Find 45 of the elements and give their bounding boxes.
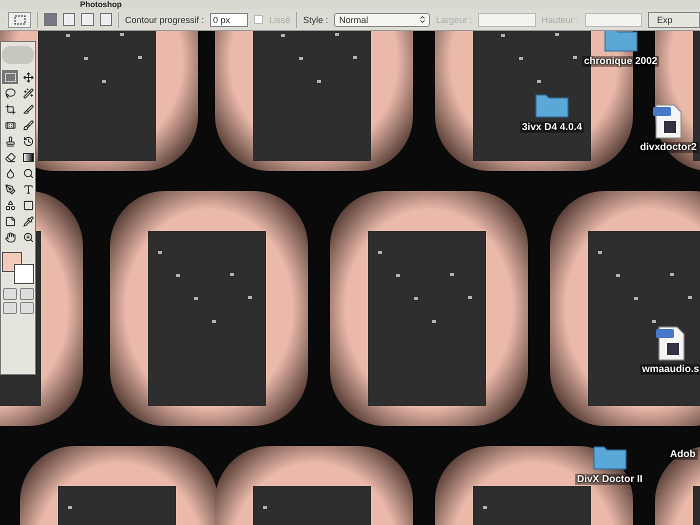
move-icon <box>22 72 34 82</box>
history-icon <box>22 136 34 146</box>
browser-button[interactable]: Exp <box>648 12 700 28</box>
desktop-icon-label[interactable]: DivX Doctor II <box>575 474 645 485</box>
screen-mode-button[interactable] <box>20 302 34 314</box>
bandage-icon <box>4 120 16 130</box>
background-color-swatch[interactable] <box>14 264 34 284</box>
selection-mode-button[interactable] <box>44 13 56 26</box>
type-icon <box>22 184 34 194</box>
style-dropdown[interactable]: Normal <box>334 12 430 26</box>
shape-icon <box>4 200 16 210</box>
selection-mode-button[interactable] <box>100 13 112 26</box>
zoom-icon <box>22 232 34 242</box>
style-label: Style : <box>303 14 328 24</box>
desktop-icon-label[interactable]: Adob <box>668 449 698 460</box>
feather-field[interactable]: 0 px <box>210 12 248 26</box>
mode-button[interactable] <box>2 288 16 300</box>
screen-mode-button[interactable] <box>2 302 16 314</box>
rectangle-icon <box>22 200 34 210</box>
selection-mode-button[interactable] <box>81 13 94 26</box>
hand-icon <box>4 232 16 242</box>
dropdown-arrows-icon <box>418 15 428 24</box>
selection-mode-button[interactable] <box>62 13 76 26</box>
marquee-icon <box>4 72 16 82</box>
stamp-icon <box>4 136 16 146</box>
desktop-icon-label[interactable]: divxdoctor2 <box>638 142 699 153</box>
eyedropper-icon <box>22 216 34 226</box>
marquee-icon <box>14 14 26 24</box>
feather-label: Contour progressif : <box>125 14 204 24</box>
app-menu-title[interactable]: Photoshop <box>80 0 122 9</box>
wand-icon <box>22 88 34 98</box>
mode-button[interactable] <box>20 288 34 300</box>
desktop-icon-label[interactable]: wmaaudio.s <box>640 364 700 375</box>
eraser-icon <box>4 152 16 162</box>
crop-icon <box>4 104 16 114</box>
desktop-icon-label[interactable]: 3ivx D4 4.0.4 <box>520 122 584 133</box>
pen-icon <box>4 184 16 194</box>
lasso-icon <box>4 88 16 98</box>
slice-icon <box>22 104 34 114</box>
brush-icon <box>22 120 34 130</box>
drop-icon <box>4 168 16 178</box>
gradient-icon <box>22 152 34 162</box>
note-icon <box>4 216 16 226</box>
tool-button[interactable] <box>20 150 36 164</box>
marquee-tool-preset-button[interactable] <box>8 12 32 28</box>
